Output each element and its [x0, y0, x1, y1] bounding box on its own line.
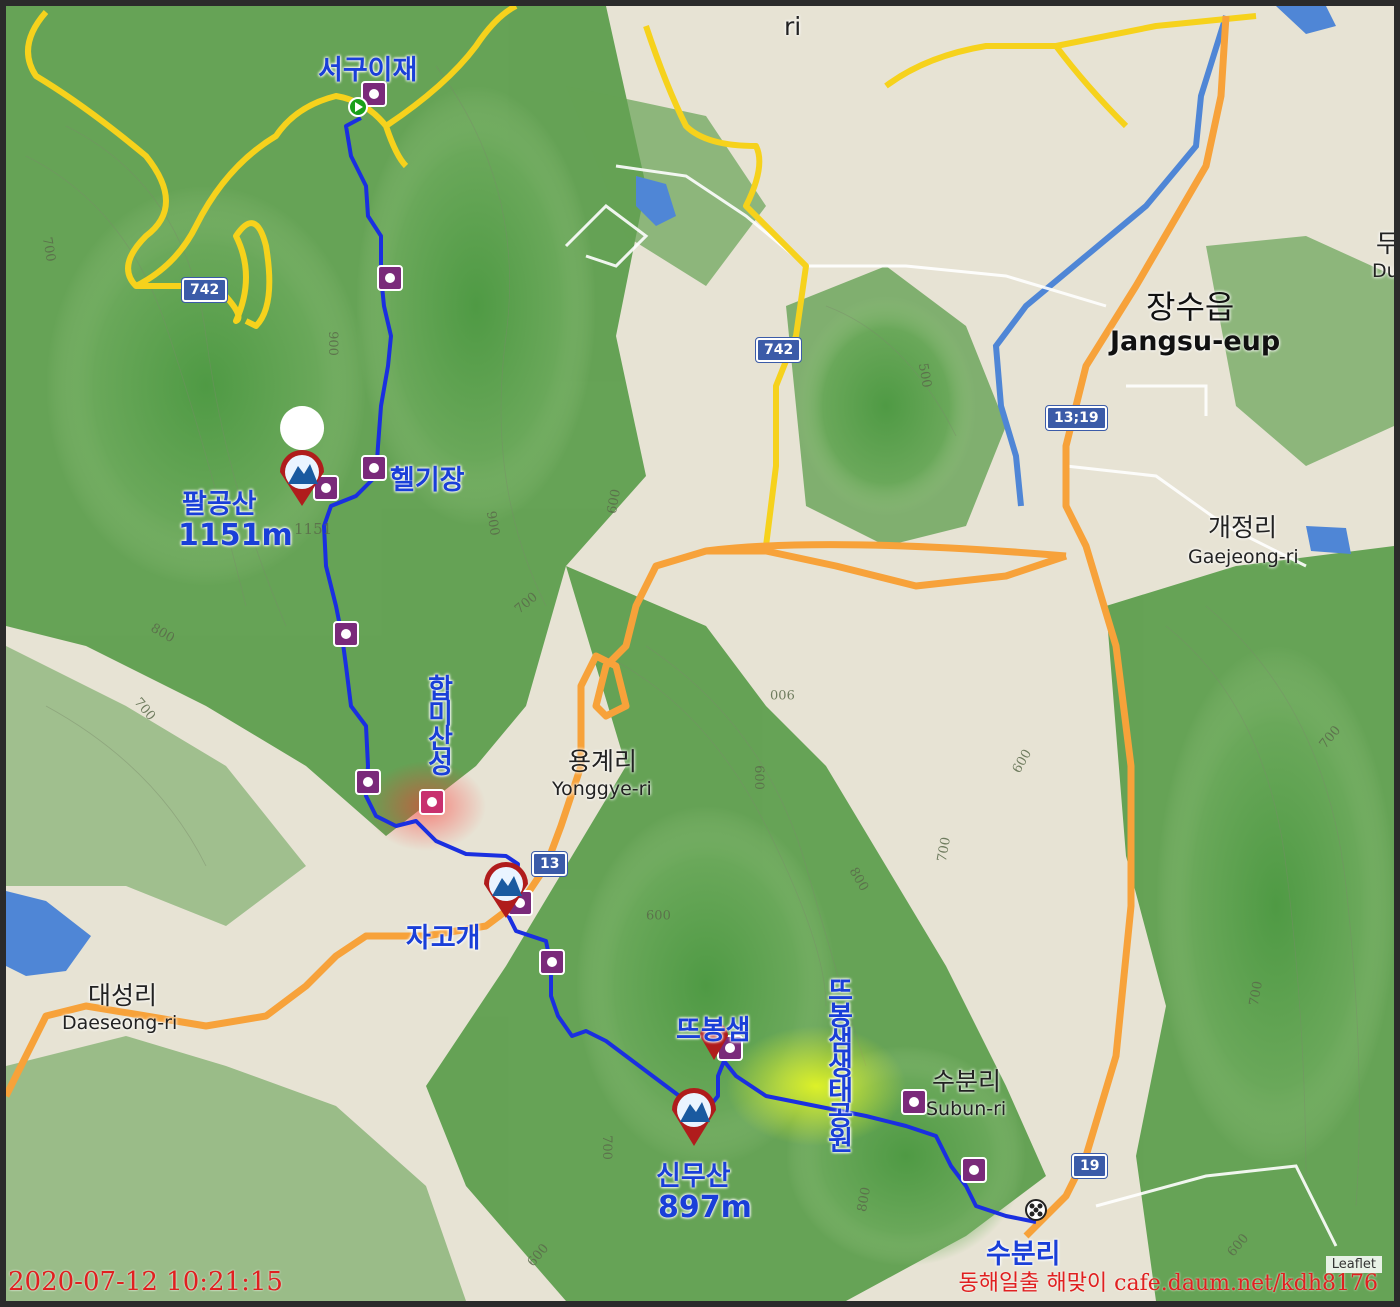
waypoint-label-hammi: 합미산성: [422, 674, 453, 774]
road-shield-742: 742: [180, 277, 229, 303]
timestamp-overlay: 2020-07-12 10:21:15: [8, 1267, 283, 1297]
road-shield-742: 742: [754, 337, 803, 363]
map-frame: 742 742 13;19 13 19 700 900 800 700 1151…: [0, 0, 1400, 1307]
waypoint-label-tteumbong: 뜨봉샘: [676, 1015, 751, 1046]
town-label-gaejeong-ko: 개정리: [1208, 513, 1278, 542]
town-label-du-en: Du: [1372, 260, 1399, 282]
credit-overlay: 동해일출 해맞이 cafe.daum.net/kdh8176: [958, 1271, 1379, 1296]
town-label-yonggye-ko: 용계리: [568, 747, 638, 776]
camera-icon[interactable]: [901, 1089, 927, 1115]
town-label-jangsu-ko: 장수읍: [1146, 288, 1235, 326]
waypoint-label-tteumbong-park: 뜨봉샘생태공원: [822, 976, 853, 1151]
town-label-ri: ri: [784, 12, 802, 41]
contour-label: 600: [750, 765, 766, 790]
road-shield-19: 19: [1070, 1153, 1109, 1179]
green-play-icon[interactable]: [348, 97, 368, 117]
peak-label-sinmu-elev: 897m: [658, 1190, 752, 1225]
camera-icon[interactable]: [539, 949, 565, 975]
camera-icon[interactable]: [355, 769, 381, 795]
town-label-daeseong-en: Daeseong-ri: [62, 1012, 178, 1034]
road-shield-13-19: 13;19: [1045, 405, 1108, 431]
map-canvas[interactable]: [6, 6, 1394, 1301]
camera-icon[interactable]: [419, 789, 445, 815]
town-label-daeseong-ko: 대성리: [88, 981, 158, 1010]
town-label-subun-en: Subun-ri: [926, 1098, 1007, 1120]
road-shield-13: 13: [530, 851, 569, 877]
town-label-du-ko: 두: [1376, 229, 1400, 258]
waypoint-label-jagogae: 자고개: [406, 923, 481, 954]
peak-label-sinmu-name: 신무산: [656, 1161, 731, 1192]
checkered-flag-icon[interactable]: [1025, 1199, 1047, 1221]
town-label-gaejeong-en: Gaejeong-ri: [1188, 546, 1299, 568]
contour-label: 700: [598, 1135, 614, 1160]
camera-icon[interactable]: [377, 265, 403, 291]
peak-label-palgong-name: 팔공산: [182, 489, 257, 520]
camera-icon[interactable]: [961, 1157, 987, 1183]
camera-icon[interactable]: [361, 455, 387, 481]
contour-label: 900: [770, 686, 795, 701]
contour-label: 900: [324, 331, 340, 356]
contour-label: 1151: [294, 520, 333, 538]
camera-icon[interactable]: [333, 621, 359, 647]
peak-label-palgong-elev: 1151m: [178, 518, 293, 553]
waypoint-label-helipad: 헬기장: [390, 465, 465, 496]
town-label-subun-ko: 수분리: [932, 1067, 1002, 1096]
town-label-jangsu-en: Jangsu-eup: [1110, 326, 1281, 357]
contour-label: 009: [646, 906, 671, 921]
town-label-yonggye-en: Yonggye-ri: [552, 778, 652, 800]
waypoint-label-seogui: 서구이재: [318, 55, 418, 86]
